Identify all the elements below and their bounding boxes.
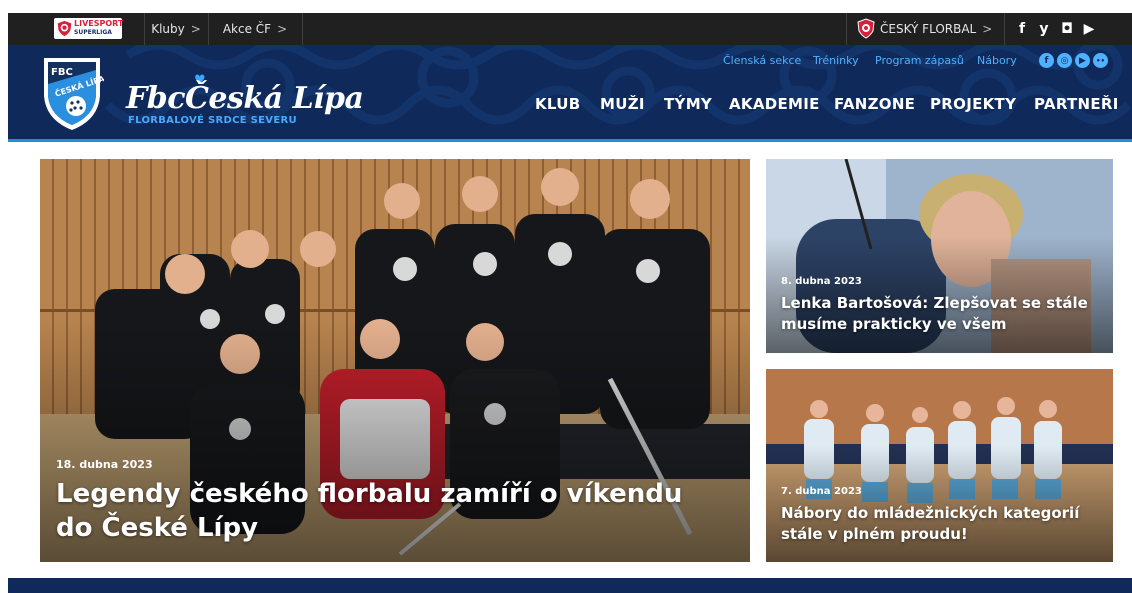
livesport-superliga-logo[interactable]: LIVESPORT SUPERLIGA bbox=[54, 18, 124, 39]
header-accent-strip bbox=[8, 139, 1132, 142]
hero-date: 18. dubna 2023 bbox=[56, 458, 153, 471]
chevron-right-icon: > bbox=[277, 22, 288, 36]
site-header: FBC ČESKÁ LÍPA ♥ FbcČeská Lípa FLORBALOV… bbox=[8, 45, 1132, 139]
nav-fanzone[interactable]: FANZONE bbox=[834, 95, 915, 113]
hero-headline[interactable]: Legendy českého florbalu zamíří o víkend… bbox=[56, 477, 706, 545]
cesky-florbal-badge-icon bbox=[857, 18, 875, 39]
sublink-clenska-sekce[interactable]: Členská sekce bbox=[723, 54, 801, 67]
club-tagline: FLORBALOVÉ SRDCE SEVERU bbox=[128, 115, 297, 126]
nav-muzi[interactable]: MUŽI bbox=[600, 95, 645, 113]
flickr-icon[interactable]: •• bbox=[1093, 53, 1108, 68]
topbar-link-kluby[interactable]: Kluby > bbox=[144, 13, 208, 45]
livesport-brand-text: LIVESPORT bbox=[74, 19, 124, 28]
youtube-icon[interactable]: ▶ bbox=[1080, 21, 1098, 37]
sublink-treninky[interactable]: Tréninky bbox=[813, 54, 859, 67]
nav-tymy[interactable]: TÝMY bbox=[664, 95, 712, 113]
topbar-link-cesky-florbal[interactable]: ČESKÝ FLORBAL > bbox=[880, 13, 1000, 45]
nav-partneri[interactable]: PARTNEŘI bbox=[1034, 95, 1119, 113]
fbc-ceska-lipa-crest-logo[interactable]: FBC ČESKÁ LÍPA bbox=[40, 54, 104, 132]
twitter-icon[interactable]: y bbox=[1035, 21, 1053, 37]
instagram-icon[interactable]: ◘ bbox=[1059, 21, 1075, 37]
article-2-headline[interactable]: Nábory do mládežnických kategorií stále … bbox=[781, 503, 1101, 545]
top-bar: LIVESPORT SUPERLIGA Kluby > Akce ČF > ČESK… bbox=[8, 13, 1132, 45]
cesky-florbal-label: ČESKÝ FLORBAL bbox=[880, 22, 977, 36]
superliga-sub-text: SUPERLIGA bbox=[74, 29, 112, 36]
hero-article[interactable]: 18. dubna 2023 Legendy českého florbalu … bbox=[40, 159, 750, 562]
bottom-section-bar bbox=[8, 578, 1132, 593]
instagram-icon[interactable]: ◎ bbox=[1057, 53, 1072, 68]
chevron-right-icon: > bbox=[982, 22, 993, 36]
crest-fbc-text: FBC bbox=[51, 67, 73, 78]
club-wordmark[interactable]: FbcČeská Lípa bbox=[126, 81, 364, 116]
superliga-badge-icon bbox=[57, 20, 72, 37]
topbar-link-akce-cf[interactable]: Akce ČF > bbox=[208, 13, 302, 45]
divider bbox=[1004, 13, 1005, 45]
kluby-label: Kluby bbox=[151, 22, 185, 36]
divider bbox=[302, 13, 303, 45]
article-2-date: 7. dubna 2023 bbox=[781, 486, 862, 497]
akce-cf-label: Akce ČF bbox=[222, 22, 272, 36]
facebook-icon[interactable]: f bbox=[1015, 21, 1029, 37]
side-article-1[interactable]: 8. dubna 2023 Lenka Bartošová: Zlepšovat… bbox=[766, 159, 1113, 353]
chevron-right-icon: > bbox=[190, 22, 201, 36]
article-1-headline[interactable]: Lenka Bartošová: Zlepšovat se stále musí… bbox=[781, 293, 1101, 335]
sublink-nabory[interactable]: Nábory bbox=[977, 54, 1017, 67]
sublink-program-zapasu[interactable]: Program zápasů bbox=[875, 54, 964, 67]
nav-projekty[interactable]: PROJEKTY bbox=[930, 95, 1016, 113]
divider bbox=[846, 13, 847, 45]
article-1-date: 8. dubna 2023 bbox=[781, 276, 862, 287]
nav-klub[interactable]: KLUB bbox=[535, 95, 580, 113]
side-article-2[interactable]: 7. dubna 2023 Nábory do mládežnických ka… bbox=[766, 369, 1113, 562]
nav-akademie[interactable]: AKADEMIE bbox=[729, 95, 820, 113]
youtube-icon[interactable]: ▶ bbox=[1075, 53, 1090, 68]
facebook-icon[interactable]: f bbox=[1039, 53, 1054, 68]
